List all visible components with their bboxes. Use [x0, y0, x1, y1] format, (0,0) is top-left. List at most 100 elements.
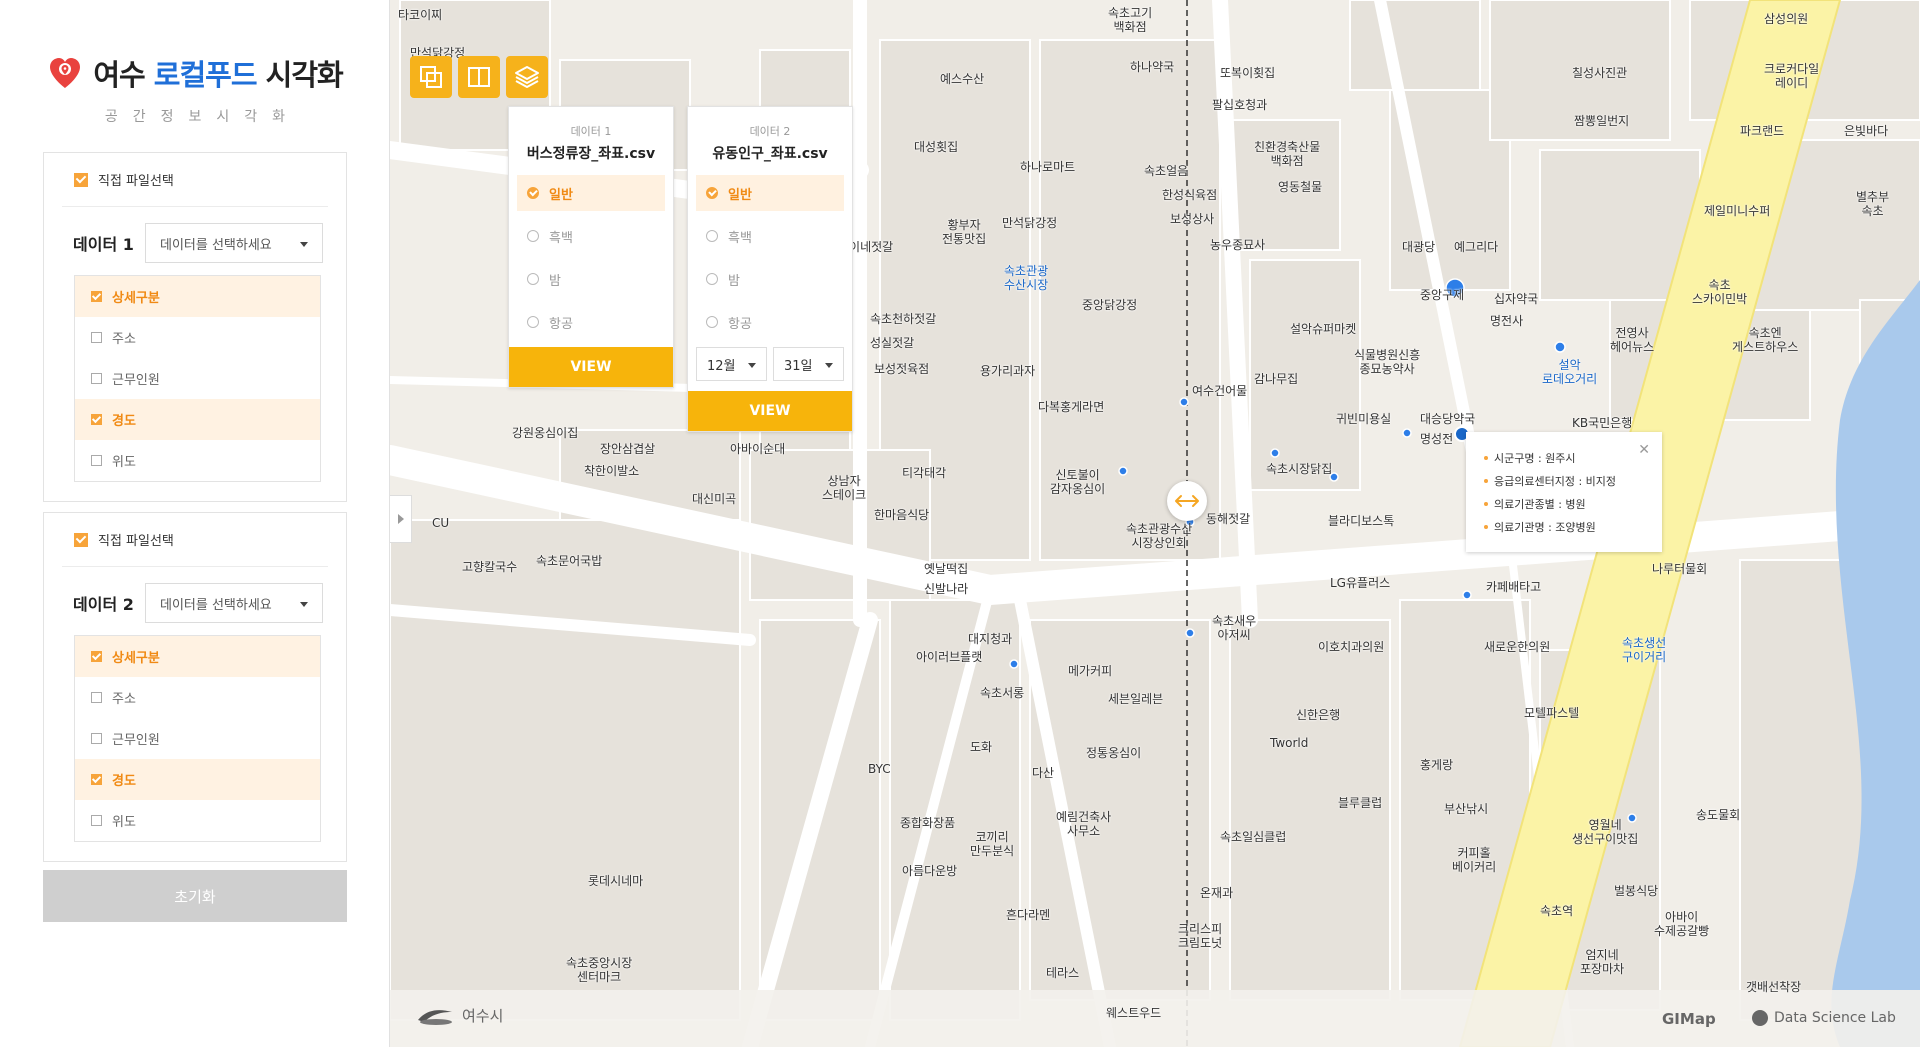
radio-icon[interactable] [706, 316, 718, 328]
layers-button[interactable] [506, 56, 548, 98]
map-label[interactable]: 아이러브플랫 [916, 650, 982, 664]
map-label[interactable]: BYC [868, 762, 891, 776]
map-label[interactable]: 보성상사 [1170, 212, 1214, 226]
checkbox-icon[interactable] [91, 692, 102, 703]
map-label[interactable]: CU [432, 516, 449, 530]
data-select[interactable]: 데이터를 선택하세요 [145, 583, 323, 623]
map-label[interactable]: 메가커피 [1068, 664, 1112, 678]
map-label[interactable]: 식물병원신흥 종묘농약사 [1354, 348, 1420, 376]
map-label[interactable]: 다산 [1032, 766, 1054, 780]
map-label[interactable]: 성실젓갈 [870, 336, 914, 350]
field-option[interactable]: 위도 [75, 440, 320, 481]
map-label[interactable]: 보성젓육점 [874, 362, 929, 376]
map-label[interactable]: 삼성의원 [1764, 12, 1808, 26]
checkbox-icon[interactable] [74, 532, 88, 547]
map-label[interactable]: 십자약국 [1494, 292, 1538, 306]
map-label[interactable]: 제일미니수퍼 [1704, 204, 1770, 218]
day-select[interactable]: 31일 [773, 347, 844, 381]
map-style-option[interactable]: 밤 [696, 261, 844, 297]
map-label[interactable]: 속초일심클럽 [1220, 830, 1286, 844]
map-label[interactable]: 롯데시네마 [588, 874, 643, 888]
map-label[interactable]: 블루클럽 [1338, 796, 1382, 810]
swipe-handle[interactable] [1167, 481, 1207, 521]
map-label[interactable]: 하나로마트 [1020, 160, 1075, 174]
map-label[interactable]: 속초역 [1540, 904, 1573, 918]
map-label[interactable]: 은빛바다 [1844, 124, 1888, 138]
map-label[interactable]: 부산낚시 [1444, 802, 1488, 816]
map-label[interactable]: Tworld [1270, 736, 1308, 750]
map-label[interactable]: 신토불이 감자옹심이 [1050, 468, 1105, 496]
map-label[interactable]: KB국민은행 [1572, 416, 1632, 430]
map-view[interactable]: 타코이찌 만석닭강정 속초고기 백화점 하나약국 또복이횟집 팔십호청과 삼성의… [390, 0, 1920, 1047]
map-label[interactable]: 귀빈미용실 [1336, 412, 1391, 426]
map-label[interactable]: 감나무집 [1254, 372, 1298, 386]
checkbox-icon[interactable] [91, 414, 102, 425]
map-label[interactable]: 영동철물 [1278, 180, 1322, 194]
map-label[interactable]: 타코이찌 [398, 8, 442, 22]
map-label[interactable]: 예림건축사 사무소 [1056, 810, 1111, 838]
map-label[interactable]: 장안삼겹살 [600, 442, 655, 456]
map-label[interactable]: 종합화장품 [900, 816, 955, 830]
map-label[interactable]: 테라스 [1046, 966, 1079, 980]
map-label[interactable]: 농우종묘사 [1210, 238, 1265, 252]
map-label[interactable]: 별추부 속초 [1856, 190, 1889, 218]
map-label[interactable]: 엄지네 포장마차 [1580, 948, 1624, 976]
map-label[interactable]: 영월네 생선구이맛집 [1572, 818, 1638, 846]
map-label[interactable]: 예그리다 [1454, 240, 1498, 254]
map-label[interactable]: 크리스피 크림도넛 [1178, 922, 1222, 950]
map-label[interactable]: 설악슈퍼마켓 [1290, 322, 1356, 336]
map-style-option[interactable]: 밤 [517, 261, 665, 297]
map-label[interactable]: 이호치과의원 [1318, 640, 1384, 654]
field-option[interactable]: 근무인원 [75, 718, 320, 759]
map-label[interactable]: 아바이 수제공갈빵 [1654, 910, 1709, 938]
map-label[interactable]: 속초얼음 [1144, 164, 1188, 178]
map-label[interactable]: 대승당약국 [1420, 412, 1475, 426]
checkbox-icon[interactable] [91, 332, 102, 343]
map-label[interactable]: 세븐일레븐 [1108, 692, 1163, 706]
map-label[interactable]: 새로운한의원 [1484, 640, 1550, 654]
field-option[interactable]: 상세구분 [75, 276, 320, 317]
reset-button[interactable]: 초기화 [43, 870, 347, 922]
split-view-button[interactable] [458, 56, 500, 98]
checkbox-icon[interactable] [91, 651, 102, 662]
map-label[interactable]: 팔십호청과 [1212, 98, 1267, 112]
collapse-sidebar-button[interactable] [390, 495, 412, 543]
map-label[interactable]: 착한이발소 [584, 464, 639, 478]
map-label[interactable]: 벌봉식당 [1614, 884, 1658, 898]
map-label[interactable]: 동해젓갈 [1206, 512, 1250, 526]
map-label[interactable]: 속초엔 게스트하우스 [1732, 326, 1798, 354]
map-label[interactable]: 속초관광수산 시장상인회 [1126, 522, 1192, 550]
map-label[interactable]: 속초새우 아저씨 [1212, 614, 1256, 642]
map-label[interactable]: 속초시장닭집 [1266, 462, 1332, 476]
view-button[interactable]: VIEW [688, 391, 852, 431]
map-label[interactable]: 강원옹심이집 [512, 426, 578, 440]
map-label[interactable]: 파크랜드 [1740, 124, 1784, 138]
map-label[interactable]: 다복홍게라면 [1038, 400, 1104, 414]
map-label[interactable]: 블라디보스톡 [1328, 514, 1394, 528]
map-label[interactable]: 여수건어물 [1192, 384, 1247, 398]
field-option[interactable]: 주소 [75, 317, 320, 358]
radio-icon[interactable] [527, 316, 539, 328]
map-label[interactable]: 홍게랑 [1420, 758, 1453, 772]
map-label[interactable]: 속초중앙시장 센터마크 [566, 956, 632, 984]
map-label[interactable]: 대신미곡 [692, 492, 736, 506]
map-label[interactable]: 웨스트우드 [1106, 1006, 1161, 1020]
map-label[interactable]: 아바이순대 [730, 442, 785, 456]
checkbox-icon[interactable] [91, 815, 102, 826]
map-label[interactable]: 고향칼국수 [462, 560, 517, 574]
map-label[interactable]: 용가리과자 [980, 364, 1035, 378]
map-label[interactable]: 코끼리 만두분식 [970, 830, 1014, 858]
field-option[interactable]: 위도 [75, 800, 320, 841]
map-label[interactable]: 명전사 [1490, 314, 1523, 328]
close-icon[interactable]: ✕ [1638, 442, 1650, 458]
map-label[interactable]: 속초고기 백화점 [1108, 6, 1152, 34]
radio-icon[interactable] [527, 273, 539, 285]
radio-icon[interactable] [706, 187, 718, 199]
map-label[interactable]: 또복이횟집 [1220, 66, 1275, 80]
checkbox-icon[interactable] [91, 455, 102, 466]
map-label[interactable]: 설악 로데오거리 [1542, 358, 1597, 386]
radio-icon[interactable] [527, 230, 539, 242]
map-label[interactable]: 도화 [970, 740, 992, 754]
map-label[interactable]: 대성횟집 [914, 140, 958, 154]
map-label[interactable]: 친환경축산물 백화점 [1254, 140, 1320, 168]
